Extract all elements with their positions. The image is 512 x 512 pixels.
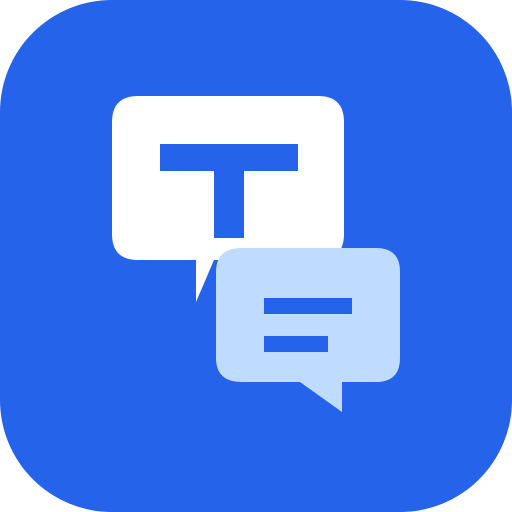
- app-icon: [0, 0, 512, 512]
- chat-translate-app-icon: [0, 0, 512, 512]
